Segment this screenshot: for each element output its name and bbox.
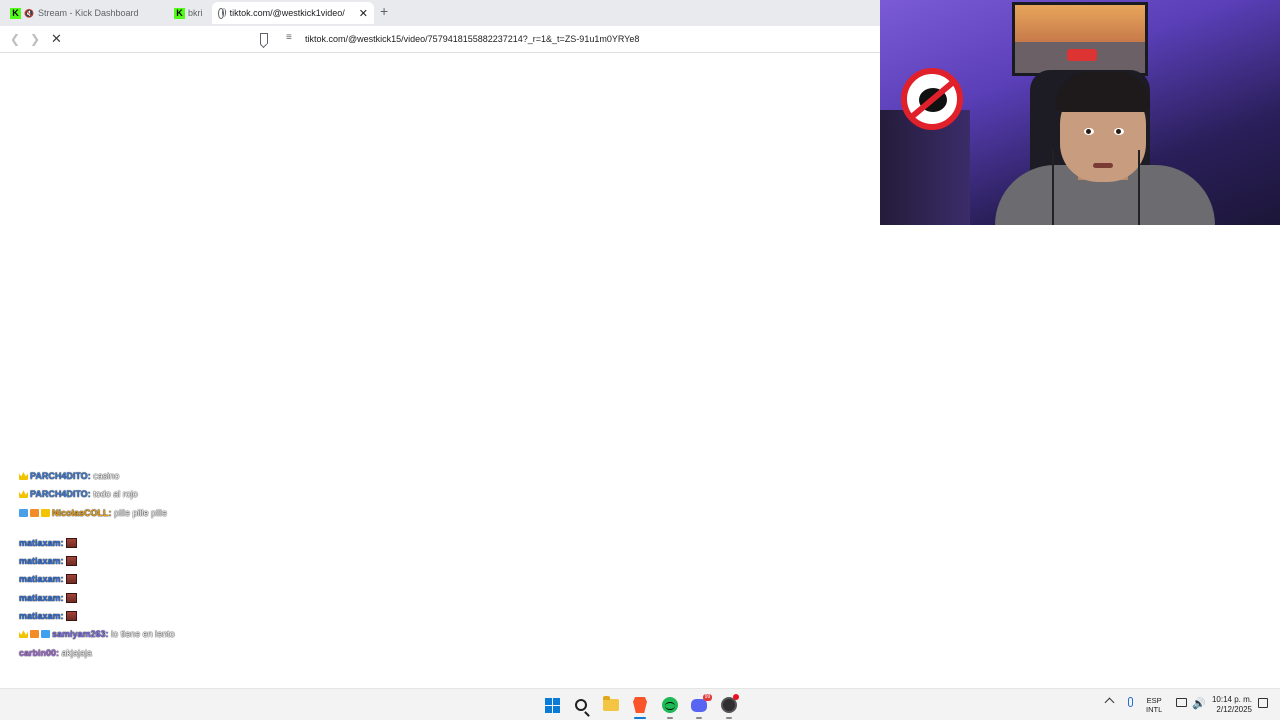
chat-emote [65,592,77,603]
chat-message: matiaxam: [19,552,279,570]
tab-bkri[interactable]: K bkri [168,2,212,24]
chat-message: carbin00: akjajaja [19,644,279,662]
bookmark-icon[interactable] [260,33,268,44]
chat-message: matiaxam: [19,607,279,625]
chat-username[interactable]: matiaxam: [19,556,64,566]
chat-emote [65,556,77,567]
chat-text: casino [93,471,120,481]
tab-title: tiktok.com/@westkick1 [229,8,321,18]
crown-badge-icon [19,472,28,480]
volume-icon[interactable]: 🔊 [1192,697,1206,710]
new-tab-button[interactable]: + [380,3,388,19]
spotify-icon[interactable] [661,696,679,714]
chat-username[interactable]: NicolasCOLL: [52,508,112,518]
chat-username[interactable]: carbin00: [19,648,59,658]
kick-icon: K [10,7,21,19]
chat-text: akjajaja [61,647,93,658]
chat-message: PARCH4DITO: casino [19,467,279,485]
site-settings-icon[interactable]: ≡ [286,32,292,43]
background-monitor [1012,2,1148,76]
chat-text: pille pille pille [114,507,168,518]
recording-dot-icon [733,694,739,700]
chat-message: PARCH4DITO: todo al rojo [19,485,279,503]
crown-badge-icon [19,630,28,639]
chat-username[interactable]: PARCH4DITO: [30,471,91,481]
coin-badge-icon [41,508,50,517]
streamer-webcam [880,0,1280,225]
tab-title: Stream - Kick Dashboard [37,8,139,18]
clock-time: 10:14 p. m. [1211,695,1252,704]
crown-badge-icon [19,490,28,499]
globe-icon [218,7,226,19]
chat-message: matiaxam: [19,570,279,588]
address-bar[interactable]: tiktok.com/@westkick15/video/75794181558… [305,34,639,44]
brave-browser-icon[interactable] [631,696,649,714]
no-bug-sign [901,68,963,130]
input-language-indicator[interactable]: ESP INTL [1146,696,1162,714]
chat-username[interactable]: matiaxam: [19,593,64,603]
forward-arrow-icon[interactable]: ❯ [30,32,40,46]
close-tab-icon[interactable]: ✕ [359,7,368,20]
muted-speaker-icon[interactable]: 🔇 [24,9,34,18]
gift-badge-icon [30,630,39,639]
discord-notification-badge: 99 [703,694,712,701]
chat-username[interactable]: PARCH4DITO: [30,489,91,499]
back-arrow-icon[interactable]: ❮ [10,32,20,46]
sword-badge-icon [19,508,28,517]
chat-username[interactable]: samiyam263: [52,629,109,639]
chat-username[interactable]: matiaxam: [19,611,64,621]
chat-username[interactable]: matiaxam: [19,538,64,548]
show-hidden-icons-icon[interactable] [1104,697,1115,708]
system-clock[interactable]: 10:14 p. m. 2/12/2025 [1210,695,1252,715]
chat-emote [65,537,77,548]
browser-toolbar: ❮ ❯ ✕ ≡ tiktok.com/@westkick15/video/757… [0,26,880,53]
stream-chat-overlay: PARCH4DITO: casino PARCH4DITO: todo al ro… [19,467,279,662]
headphone-cable [1052,150,1054,225]
kick-icon: K [174,7,185,19]
chat-text: lo tiene en lento [111,629,175,640]
gift-badge-icon [30,508,39,517]
browser-tab-strip: K 🔇 Stream - Kick Dashboard K bkri tikto… [0,0,880,26]
windows-taskbar: 99 ESP INTL 🔊 10:14 p. m. 2/12/2025 [0,688,1280,720]
chat-message: samiyam263: lo tiene en lento [19,625,279,643]
notifications-icon[interactable] [1258,698,1268,708]
search-icon[interactable] [572,696,590,714]
chat-emote [65,574,77,585]
chat-username[interactable]: matiaxam: [19,574,64,584]
tab-tiktok[interactable]: tiktok.com/@westkick1 video/ ✕ [212,2,374,24]
chat-message: matiaxam: [19,534,279,552]
active-app-indicator [634,717,646,719]
chat-message: matiaxam: [19,589,279,607]
chat-text: todo al rojo [93,489,138,500]
tab-title-suffix: video/ [320,8,345,18]
network-icon[interactable] [1176,698,1187,707]
tab-title: bkri [188,8,203,18]
chat-emote [65,611,77,622]
diamond-badge-icon [41,630,50,639]
file-explorer-icon[interactable] [602,696,620,714]
clock-date: 2/12/2025 [1216,705,1252,714]
microphone-icon[interactable] [1128,697,1133,707]
windows-start-icon[interactable] [543,696,561,714]
stop-loading-icon[interactable]: ✕ [51,31,62,47]
